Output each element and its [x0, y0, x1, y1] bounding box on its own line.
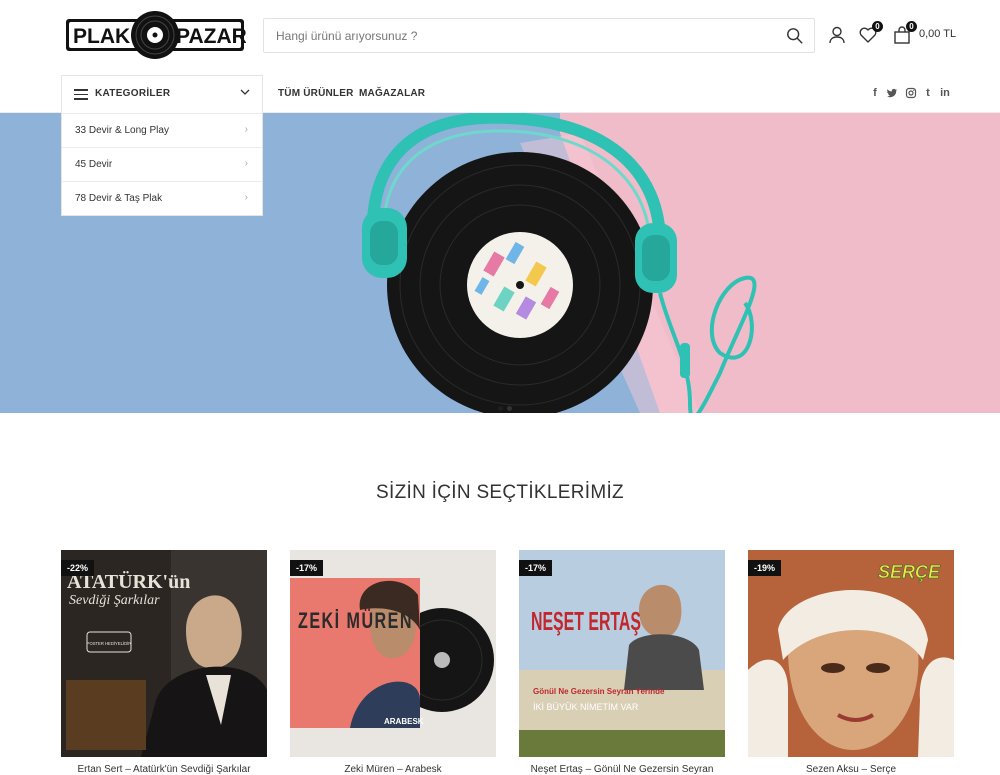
- discount-badge: -17%: [519, 560, 553, 576]
- product-image[interactable]: ATATÜRK'ün Sevdiği Şarkılar POSTER HEDİY…: [61, 550, 267, 757]
- chevron-right-icon: ›: [244, 158, 248, 169]
- nav-stores[interactable]: MAĞAZALAR: [359, 88, 425, 99]
- product-card[interactable]: NEŞET ERTAŞ Gönül Ne Gezersin Seyran Yer…: [519, 550, 725, 775]
- wishlist-count-badge: 0: [872, 21, 883, 32]
- cover-subtitle-2: İKİ BÜYÜK NİMETİM VAR: [533, 702, 639, 712]
- facebook-icon[interactable]: f: [869, 87, 881, 99]
- category-item-45-devir[interactable]: 45 Devir ›: [62, 147, 262, 181]
- album-cover-ataturk: ATATÜRK'ün Sevdiği Şarkılar POSTER HEDİY…: [61, 550, 267, 757]
- cover-subtitle: Gönül Ne Gezersin Seyran Yerinde: [533, 687, 665, 696]
- instagram-icon[interactable]: [905, 87, 917, 99]
- cover-badge: POSTER HEDİYELİDİR: [87, 641, 132, 646]
- chevron-down-icon: [240, 89, 250, 95]
- logo-text-right: PAZARI: [176, 25, 246, 48]
- slider-pagination: [496, 398, 514, 416]
- cover-title: ZEKİ MÜREN: [298, 608, 413, 633]
- search-bar: [263, 18, 815, 53]
- category-item-78-devir[interactable]: 78 Devir & Taş Plak ›: [62, 181, 262, 215]
- discount-badge: -17%: [290, 560, 324, 576]
- wishlist-button[interactable]: 0: [858, 21, 883, 45]
- site-header: PLAK PAZARI 0 0 0,00 TL: [0, 0, 1000, 72]
- hamburger-icon: [74, 89, 88, 100]
- discount-badge: -22%: [61, 560, 95, 576]
- album-cover-neset-ertas: NEŞET ERTAŞ Gönül Ne Gezersin Seyran Yer…: [519, 550, 725, 757]
- product-image[interactable]: NEŞET ERTAŞ Gönül Ne Gezersin Seyran Yer…: [519, 550, 725, 757]
- album-cover-sezen-aksu: SERÇE: [748, 550, 954, 757]
- product-card[interactable]: SERÇE -19% Sezen Aksu – Serçe: [748, 550, 954, 775]
- section-title: SİZİN İÇİN SEÇTİKLERİMİZ: [376, 482, 624, 503]
- categories-toggle[interactable]: KATEGORİLER: [61, 75, 263, 113]
- tumblr-icon[interactable]: t: [922, 87, 934, 99]
- cover-subtitle: Sevdiği Şarkılar: [69, 593, 160, 608]
- product-card[interactable]: ATATÜRK'ün Sevdiği Şarkılar POSTER HEDİY…: [61, 550, 267, 775]
- category-item-33-devir[interactable]: 33 Devir & Long Play ›: [62, 113, 262, 147]
- product-title[interactable]: Zeki Müren – Arabesk: [290, 764, 496, 775]
- search-input[interactable]: [276, 19, 776, 52]
- search-icon[interactable]: [786, 27, 804, 45]
- product-title[interactable]: Sezen Aksu – Serçe: [748, 764, 954, 775]
- chevron-right-icon: ›: [244, 192, 248, 203]
- user-icon[interactable]: [827, 25, 847, 45]
- cart-count-badge: 0: [906, 21, 917, 32]
- logo-text-left: PLAK: [73, 25, 130, 48]
- nav-all-products[interactable]: TÜM ÜRÜNLER: [278, 88, 354, 99]
- category-label: 78 Devir & Taş Plak: [75, 193, 163, 204]
- cart-total[interactable]: 0,00 TL: [919, 28, 956, 40]
- slider-dot-active[interactable]: [507, 406, 512, 411]
- site-logo[interactable]: PLAK PAZARI: [64, 10, 246, 60]
- slider-dot[interactable]: [498, 406, 503, 411]
- category-label: 45 Devir: [75, 159, 113, 170]
- cover-title: NEŞET ERTAŞ: [531, 606, 641, 636]
- categories-label: KATEGORİLER: [95, 88, 171, 99]
- product-card[interactable]: ZEKİ MÜREN ARABESK -17% Zeki Müren – Ara…: [290, 550, 496, 775]
- product-title[interactable]: Neşet Ertaş – Gönül Ne Gezersin Seyran: [519, 764, 725, 775]
- album-cover-zeki-muren: ZEKİ MÜREN ARABESK: [290, 550, 496, 757]
- main-navigation: KATEGORİLER TÜM ÜRÜNLER MAĞAZALAR f t in: [0, 75, 1000, 113]
- categories-menu: 33 Devir & Long Play › 45 Devir › 78 Dev…: [61, 113, 263, 216]
- discount-badge: -19%: [748, 560, 782, 576]
- cover-title: SERÇE: [878, 562, 941, 582]
- cart-button[interactable]: 0: [892, 21, 917, 45]
- product-title[interactable]: Ertan Sert – Atatürk'ün Sevdiği Şarkılar: [61, 764, 267, 775]
- product-image[interactable]: SERÇE -19%: [748, 550, 954, 757]
- linkedin-icon[interactable]: in: [939, 87, 951, 99]
- chevron-right-icon: ›: [244, 124, 248, 135]
- cover-subtitle: ARABESK: [384, 717, 424, 726]
- twitter-icon[interactable]: [886, 87, 898, 99]
- product-image[interactable]: ZEKİ MÜREN ARABESK -17%: [290, 550, 496, 757]
- category-label: 33 Devir & Long Play: [75, 125, 169, 136]
